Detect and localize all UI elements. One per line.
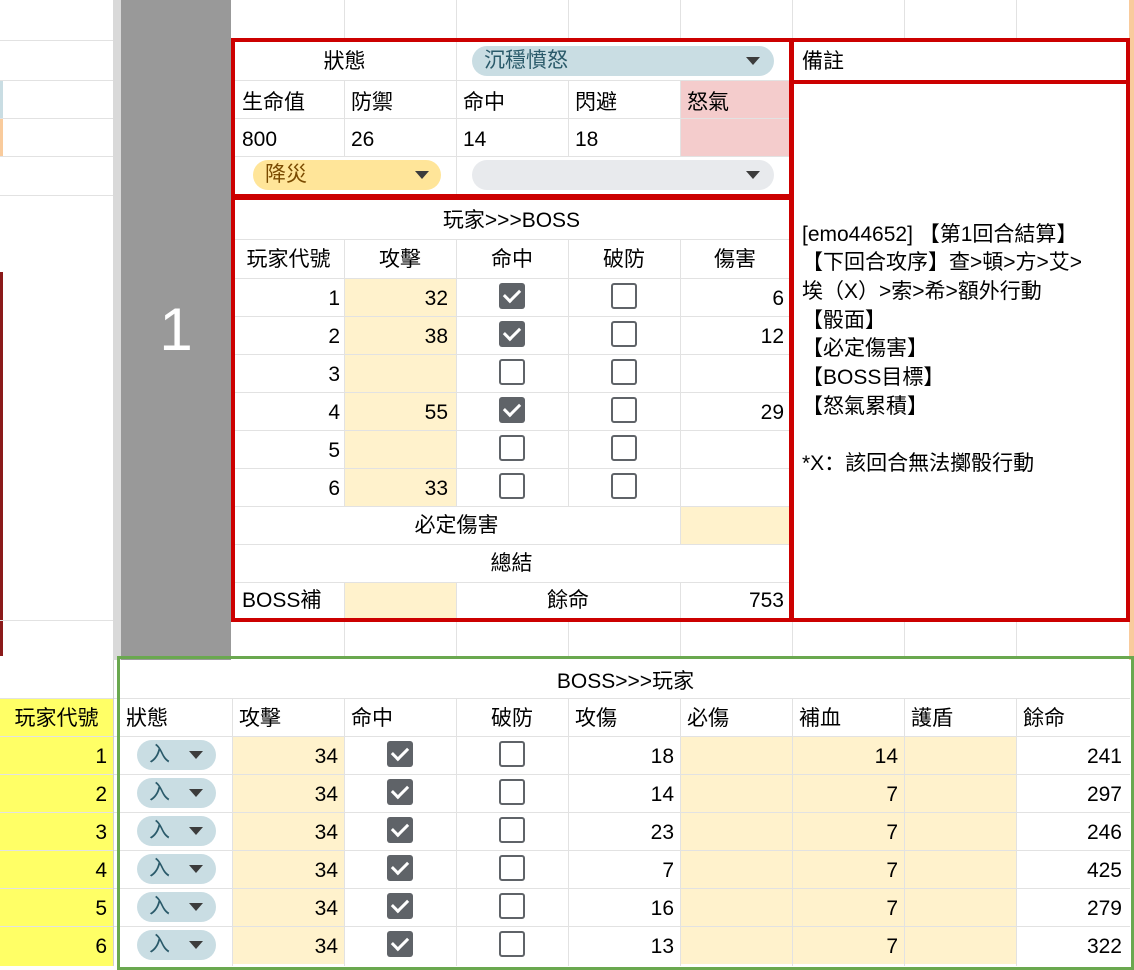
frozen-column-divider [113,0,121,660]
b2p-player-id: 5 [95,897,107,920]
round-number: 1 [159,296,193,363]
b2p-header-player-id: 玩家代號 [14,707,99,730]
status-box-border [231,38,793,198]
orange-strip [0,118,3,156]
b2p-player-id: 6 [95,935,107,958]
b2p-player-id: 4 [95,859,107,882]
b2p-box-border [117,656,1134,970]
dark-red-strip [0,272,3,656]
b2p-player-id: 2 [95,783,107,806]
blue-strip [0,80,3,118]
notes-body-border [790,80,1130,622]
b2p-player-id: 3 [95,821,107,844]
p2b-box-border [231,196,793,622]
b2p-player-id: 1 [95,745,107,768]
notes-title-border [790,38,1130,84]
